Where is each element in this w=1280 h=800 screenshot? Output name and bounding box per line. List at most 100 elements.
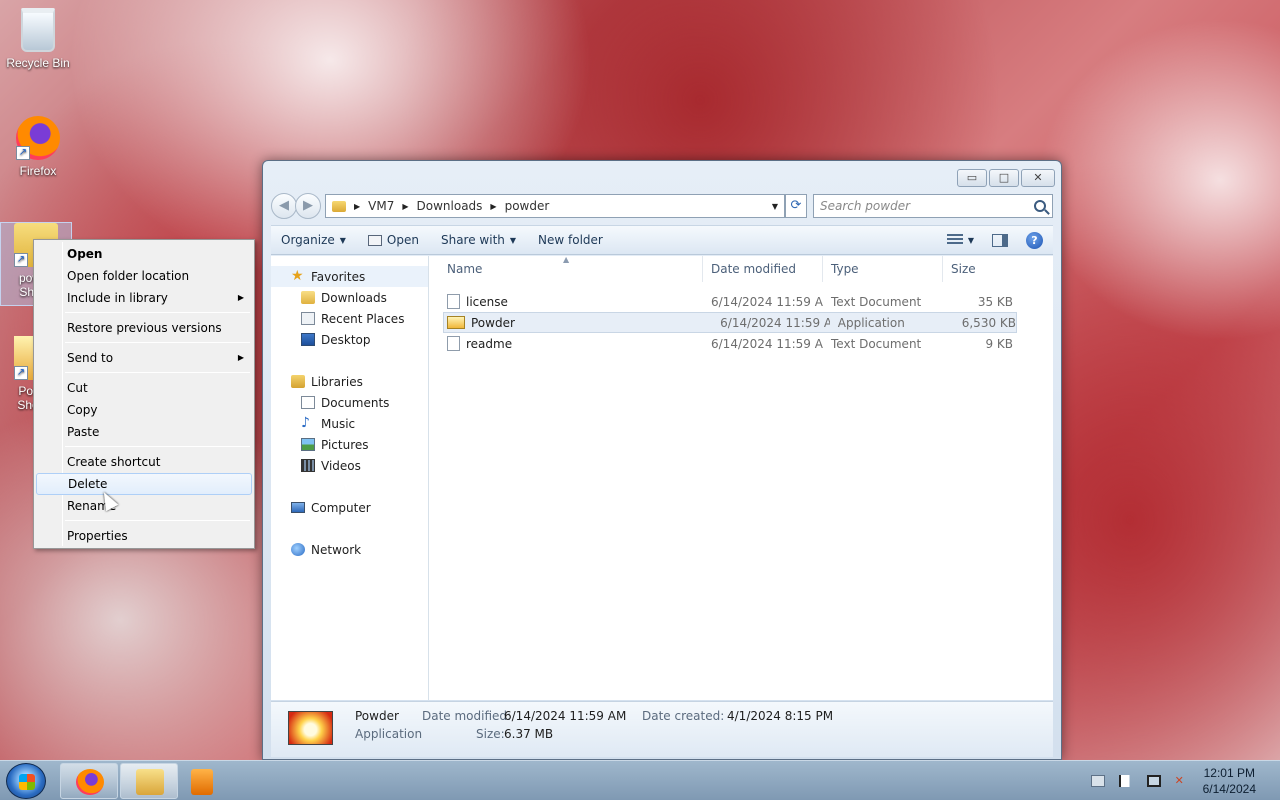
file-type: Text Document bbox=[831, 336, 922, 351]
menu-item-open[interactable]: Open bbox=[36, 243, 252, 265]
menu-item-properties[interactable]: Properties bbox=[36, 525, 252, 547]
nav-videos[interactable]: Videos bbox=[271, 455, 428, 476]
column-headers: ▲ Name Date modified Type Size bbox=[429, 255, 1053, 282]
file-row-license[interactable]: license 6/14/2024 11:59 AM Text Document… bbox=[429, 291, 1053, 312]
column-label: Date modified bbox=[711, 261, 797, 276]
breadcrumb-vm7[interactable]: VM7 bbox=[368, 199, 394, 213]
file-row-readme[interactable]: readme 6/14/2024 11:59 AM Text Document … bbox=[429, 333, 1053, 354]
nav-network[interactable]: Network bbox=[271, 539, 428, 560]
refresh-button[interactable]: ⟳ bbox=[785, 194, 807, 218]
menu-item-include-in-library[interactable]: Include in library ▶ bbox=[36, 287, 252, 309]
menu-item-open-folder-location[interactable]: Open folder location bbox=[36, 265, 252, 287]
menu-item-restore-previous-versions[interactable]: Restore previous versions bbox=[36, 317, 252, 339]
nav-label: Desktop bbox=[321, 332, 371, 347]
nav-recent-places[interactable]: Recent Places bbox=[271, 308, 428, 329]
nav-documents[interactable]: Documents bbox=[271, 392, 428, 413]
file-list: ▲ Name Date modified Type Size license 6… bbox=[429, 255, 1053, 700]
column-type[interactable]: Type bbox=[823, 255, 943, 282]
firefox-icon: ↗ bbox=[16, 116, 60, 160]
taskbar-firefox[interactable] bbox=[60, 763, 118, 799]
nav-desktop[interactable]: Desktop bbox=[271, 329, 428, 350]
nav-label: Favorites bbox=[311, 269, 366, 284]
menu-item-delete[interactable]: Delete bbox=[36, 473, 252, 495]
search-icon[interactable] bbox=[1034, 200, 1046, 212]
nav-pictures[interactable]: Pictures bbox=[271, 434, 428, 455]
file-row-powder[interactable]: Powder 6/14/2024 11:59 AM Application 6,… bbox=[443, 312, 1017, 333]
context-menu: Open Open folder location Include in lib… bbox=[33, 239, 255, 549]
close-button[interactable]: ✕ bbox=[1021, 169, 1055, 187]
back-button[interactable]: ◀ bbox=[271, 193, 297, 219]
organize-button[interactable]: Organize ▼ bbox=[281, 233, 346, 247]
preview-pane-icon[interactable] bbox=[992, 233, 1008, 247]
column-name[interactable]: ▲ Name bbox=[429, 255, 703, 282]
nav-libraries[interactable]: Libraries bbox=[271, 371, 428, 392]
clock[interactable]: 12:01 PM 6/14/2024 bbox=[1203, 765, 1256, 797]
address-dropdown-icon[interactable]: ▼ bbox=[772, 202, 778, 211]
maximize-button[interactable]: □ bbox=[989, 169, 1019, 187]
documents-icon bbox=[301, 396, 315, 409]
share-with-label: Share with bbox=[440, 233, 505, 247]
shortcut-arrow-icon: ↗ bbox=[16, 146, 30, 160]
text-file-icon bbox=[447, 336, 460, 351]
nav-computer[interactable]: Computer bbox=[271, 497, 428, 518]
file-size: 35 KB bbox=[977, 294, 1013, 309]
nav-label: Downloads bbox=[321, 290, 387, 305]
menu-item-cut[interactable]: Cut bbox=[36, 377, 252, 399]
address-bar[interactable]: ▶ VM7 ▶ Downloads ▶ powder ▼ bbox=[325, 194, 785, 218]
menu-item-rename[interactable]: Rename bbox=[36, 495, 252, 517]
nav-music[interactable]: ♪ Music bbox=[271, 413, 428, 434]
taskbar: ✕ 12:01 PM 6/14/2024 bbox=[0, 760, 1280, 800]
menu-item-copy[interactable]: Copy bbox=[36, 399, 252, 421]
breadcrumb-arrow-icon[interactable]: ▶ bbox=[490, 202, 496, 211]
breadcrumb-downloads[interactable]: Downloads bbox=[417, 199, 483, 213]
start-button[interactable] bbox=[6, 763, 46, 799]
breadcrumb-arrow-icon[interactable]: ▶ bbox=[402, 202, 408, 211]
nav-label: Computer bbox=[311, 500, 371, 515]
network-tray-icon[interactable] bbox=[1146, 775, 1161, 787]
change-view-button[interactable]: ▼ bbox=[946, 234, 974, 246]
file-date: 6/14/2024 11:59 AM bbox=[711, 336, 823, 351]
file-date: 6/14/2024 11:59 AM bbox=[720, 315, 830, 330]
details-size-value: 6.37 MB bbox=[504, 727, 554, 741]
breadcrumb-powder[interactable]: powder bbox=[505, 199, 550, 213]
share-with-button[interactable]: Share with ▼ bbox=[441, 233, 516, 247]
menu-item-create-shortcut[interactable]: Create shortcut bbox=[36, 451, 252, 473]
menu-item-label: Include in library bbox=[67, 291, 168, 305]
new-folder-button[interactable]: New folder bbox=[538, 233, 603, 247]
menu-item-paste[interactable]: Paste bbox=[36, 421, 252, 443]
nav-favorites[interactable]: ★ Favorites bbox=[271, 266, 428, 287]
menu-item-label: Send to bbox=[67, 351, 114, 365]
network-icon bbox=[291, 543, 305, 556]
computer-icon bbox=[291, 502, 305, 513]
desktop-icon-firefox[interactable]: ↗ Firefox bbox=[2, 116, 74, 178]
column-date-modified[interactable]: Date modified bbox=[703, 255, 823, 282]
file-name: Powder bbox=[471, 315, 515, 330]
keyboard-icon[interactable] bbox=[1090, 775, 1105, 787]
desktop-icon-recycle-bin[interactable]: Recycle Bin bbox=[2, 8, 74, 70]
search-input[interactable] bbox=[820, 199, 1034, 213]
breadcrumb-arrow-icon[interactable]: ▶ bbox=[354, 202, 360, 211]
forward-button[interactable]: ▶ bbox=[295, 193, 321, 219]
file-type: Text Document bbox=[831, 294, 922, 309]
nav-label: Network bbox=[311, 542, 362, 557]
nav-downloads[interactable]: Downloads bbox=[271, 287, 428, 308]
search-box[interactable] bbox=[813, 194, 1053, 218]
details-modified-value: 6/14/2024 11:59 AM bbox=[504, 709, 627, 723]
new-folder-label: New folder bbox=[538, 233, 603, 247]
details-file-name: Powder bbox=[355, 709, 399, 723]
open-icon bbox=[367, 234, 382, 246]
column-size[interactable]: Size bbox=[943, 256, 1019, 282]
open-button[interactable]: Open bbox=[367, 233, 419, 247]
volume-muted-icon[interactable]: ✕ bbox=[1175, 775, 1189, 787]
clock-date: 6/14/2024 bbox=[1202, 782, 1256, 796]
chevron-down-icon: ▼ bbox=[509, 235, 517, 245]
help-icon[interactable]: ? bbox=[1026, 231, 1043, 249]
nav-label: Music bbox=[321, 416, 356, 431]
action-center-flag-icon[interactable] bbox=[1118, 775, 1133, 787]
menu-item-send-to[interactable]: Send to ▶ bbox=[36, 347, 252, 369]
taskbar-media-player[interactable] bbox=[180, 763, 230, 799]
nav-label: Recent Places bbox=[321, 311, 405, 326]
minimize-button[interactable]: ▭ bbox=[957, 169, 987, 187]
taskbar-explorer[interactable] bbox=[120, 763, 178, 799]
details-file-kind: Application bbox=[355, 727, 423, 741]
